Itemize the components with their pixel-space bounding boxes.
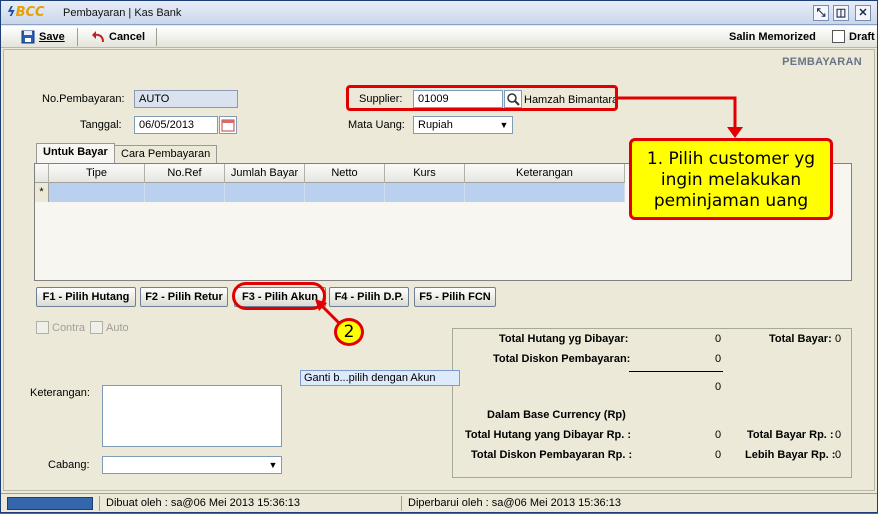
arrow-head-1	[727, 127, 743, 138]
annotation-arrows	[315, 96, 743, 325]
arrow-line-1	[618, 96, 737, 129]
app-window: ϟBCC Pembayaran | Kas Bank ⤡ ◫ ✕ Save Ca…	[0, 0, 878, 513]
step-2-badge: 2	[334, 318, 364, 346]
instruction-callout: 1. Pilih customer yg ingin melakukan pem…	[629, 138, 833, 220]
arrow-line-2	[319, 303, 341, 325]
